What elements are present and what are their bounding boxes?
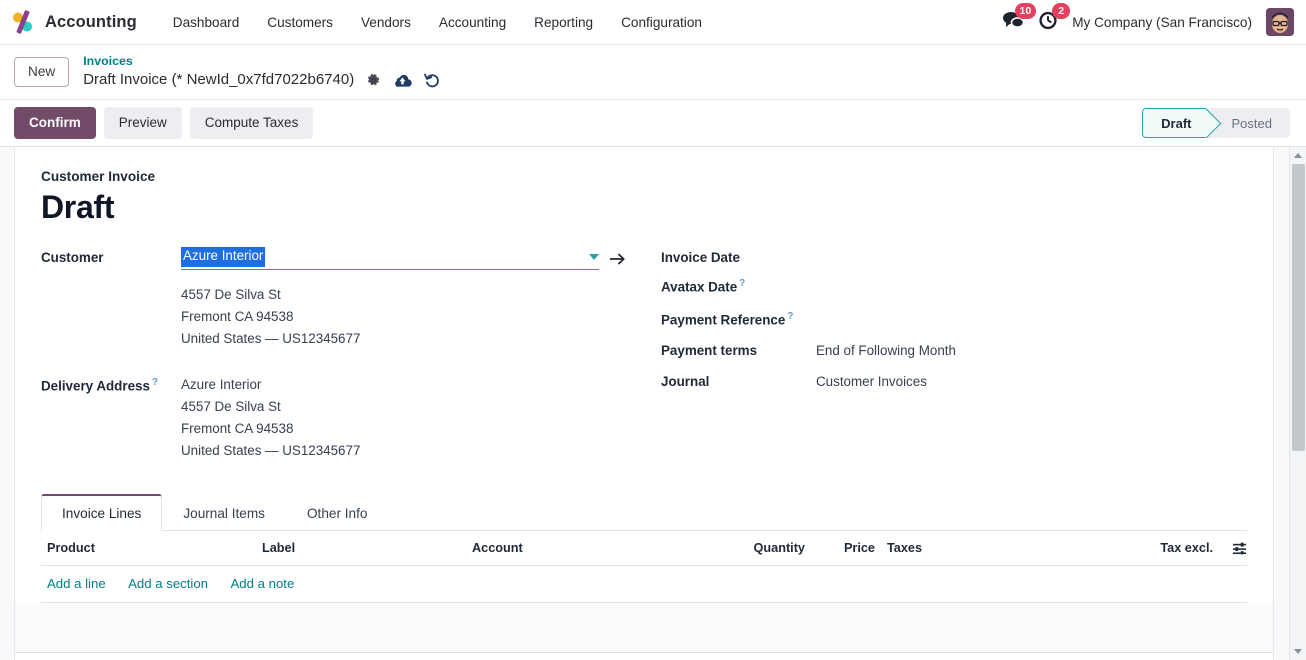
delivery-address-line: United States — US12345677 <box>181 442 361 458</box>
column-header-tax-excl[interactable]: Tax excl. <box>1071 530 1219 567</box>
add-a-note-link[interactable]: Add a note <box>230 576 294 591</box>
add-line-row: Add a line Add a section Add a note <box>41 565 1247 604</box>
right-field-group: Invoice Date Avatax Date? Payment Refere… <box>661 247 1247 472</box>
customer-field-row: Customer Azure Interior <box>41 247 661 270</box>
avatax-date-label: Avatax Date? <box>661 278 746 295</box>
column-header-price[interactable]: Price <box>811 530 881 567</box>
customer-value: Azure Interior <box>181 247 266 267</box>
tab-journal-items[interactable]: Journal Items <box>162 494 286 531</box>
left-field-group: Customer Azure Interior 4557 De Silva St… <box>41 247 661 472</box>
table-header-row: Product Label Account Quantity Price Tax… <box>41 530 1247 567</box>
top-navbar: Accounting Dashboard Customers Vendors A… <box>0 0 1306 45</box>
gear-icon[interactable] <box>366 73 381 88</box>
avatar[interactable] <box>1266 8 1294 36</box>
messages-button[interactable]: 10 <box>1002 2 1037 35</box>
column-header-taxes[interactable]: Taxes <box>881 530 1071 567</box>
compute-taxes-button[interactable]: Compute Taxes <box>189 106 314 140</box>
breadcrumb: Invoices Draft Invoice (* NewId_0x7fd702… <box>83 54 440 89</box>
add-a-line-link[interactable]: Add a line <box>47 576 106 591</box>
form-scroll-area: Customer Invoice Draft Customer Azure In… <box>0 147 1306 660</box>
payment-terms-value[interactable]: End of Following Month <box>816 340 956 358</box>
notebook-tabs: Invoice Lines Journal Items Other Info <box>41 493 1247 531</box>
scrollbar-thumb[interactable] <box>1291 164 1305 452</box>
chevron-down-icon[interactable] <box>589 254 599 261</box>
invoice-date-row: Invoice Date <box>661 247 1247 265</box>
help-icon[interactable]: ? <box>739 278 745 289</box>
preview-button[interactable]: Preview <box>103 106 182 140</box>
document-type-label: Customer Invoice <box>41 169 156 184</box>
journal-label: Journal <box>661 374 710 390</box>
scrollbar-track[interactable] <box>1290 164 1306 643</box>
journal-value[interactable]: Customer Invoices <box>816 371 927 389</box>
customer-address: 4557 De Silva St Fremont CA 94538 United… <box>181 284 360 350</box>
payment-reference-row: Payment Reference? <box>661 308 1247 327</box>
invoice-lines-table: Product Label Account Quantity Price Tax… <box>41 530 1247 604</box>
tab-other-info[interactable]: Other Info <box>286 494 388 531</box>
scroll-up-arrow[interactable] <box>1290 147 1306 164</box>
sheet-bottom-space <box>41 653 1247 660</box>
cloud-upload-icon[interactable] <box>393 73 412 88</box>
activities-button[interactable]: 2 <box>1038 2 1071 35</box>
column-header-quantity[interactable]: Quantity <box>696 530 811 567</box>
column-header-account[interactable]: Account <box>466 530 696 567</box>
customer-label: Customer <box>41 250 104 266</box>
page-title: Draft <box>41 189 115 225</box>
help-icon[interactable]: ? <box>152 377 158 388</box>
invoice-form-sheet: Customer Invoice Draft Customer Azure In… <box>14 147 1274 660</box>
invoice-notebook: Invoice Lines Journal Items Other Info P… <box>15 493 1273 660</box>
main-menu: Dashboard Customers Vendors Accounting R… <box>159 9 716 36</box>
menu-item-vendors[interactable]: Vendors <box>347 9 425 36</box>
messages-count-badge: 10 <box>1014 2 1037 19</box>
menu-item-dashboard[interactable]: Dashboard <box>159 9 254 36</box>
breadcrumb-current-record: Draft Invoice (* NewId_0x7fd7022b6740) <box>83 70 355 88</box>
brand-name: Accounting <box>45 12 137 31</box>
confirm-button[interactable]: Confirm <box>14 106 96 140</box>
navbar-systray: 10 2 My Company (San Francisco) <box>1002 2 1294 36</box>
delivery-address-line: Fremont CA 94538 <box>181 420 294 436</box>
delivery-address-label: Delivery Address? <box>41 376 159 394</box>
control-panel-breadcrumb: New Invoices Draft Invoice (* NewId_0x7f… <box>0 45 1306 100</box>
column-header-label[interactable]: Label <box>256 530 466 567</box>
tab-invoice-lines[interactable]: Invoice Lines <box>41 493 163 531</box>
customer-address-row: 4557 De Silva St Fremont CA 94538 United… <box>41 280 661 350</box>
totals-placeholder-band <box>15 603 1273 654</box>
optional-columns-header <box>1219 530 1247 567</box>
invoice-date-label: Invoice Date <box>661 250 740 266</box>
status-step-draft[interactable]: Draft <box>1142 108 1206 138</box>
new-record-button[interactable]: New <box>14 56 70 88</box>
invoice-header-fields: Customer Azure Interior 4557 De Silva St… <box>41 247 1247 472</box>
column-header-product[interactable]: Product <box>41 530 256 567</box>
customer-address-line: 4557 De Silva St <box>181 286 281 302</box>
menu-item-accounting[interactable]: Accounting <box>425 9 520 36</box>
delivery-address-line: Azure Interior <box>181 376 262 392</box>
menu-item-configuration[interactable]: Configuration <box>607 9 716 36</box>
delivery-address-value[interactable]: Azure Interior 4557 De Silva St Fremont … <box>181 374 360 462</box>
customer-address-line: United States — US12345677 <box>181 330 361 346</box>
undo-icon[interactable] <box>424 73 440 88</box>
activities-count-badge: 2 <box>1052 2 1071 19</box>
journal-row: Journal Customer Invoices <box>661 371 1247 389</box>
breadcrumb-parent-invoices[interactable]: Invoices <box>83 54 440 70</box>
delivery-address-line: 4557 De Silva St <box>181 398 281 414</box>
add-a-section-link[interactable]: Add a section <box>128 576 208 591</box>
status-pipeline: Draft Posted <box>1142 108 1290 138</box>
record-action-bar: Confirm Preview Compute Taxes Draft Post… <box>0 100 1306 147</box>
odoo-accounting-logo-icon <box>10 9 36 35</box>
payment-terms-row: Payment terms End of Following Month <box>661 340 1247 358</box>
menu-item-customers[interactable]: Customers <box>253 9 347 36</box>
help-icon[interactable]: ? <box>787 311 793 322</box>
delivery-address-row: Delivery Address? Azure Interior 4557 De… <box>41 374 661 462</box>
avatax-date-row: Avatax Date? <box>661 275 1247 294</box>
scroll-down-arrow[interactable] <box>1290 643 1306 660</box>
menu-item-reporting[interactable]: Reporting <box>520 9 607 36</box>
brand[interactable]: Accounting <box>10 9 137 35</box>
arrow-right-icon[interactable] <box>609 252 626 266</box>
customer-address-line: Fremont CA 94538 <box>181 308 294 324</box>
company-switcher[interactable]: My Company (San Francisco) <box>1072 15 1252 30</box>
customer-input[interactable]: Azure Interior <box>181 247 599 270</box>
payment-reference-label: Payment Reference? <box>661 310 794 328</box>
payment-terms-label: Payment terms <box>661 343 758 359</box>
vertical-scrollbar[interactable] <box>1289 147 1306 660</box>
sliders-icon[interactable] <box>1232 541 1247 555</box>
